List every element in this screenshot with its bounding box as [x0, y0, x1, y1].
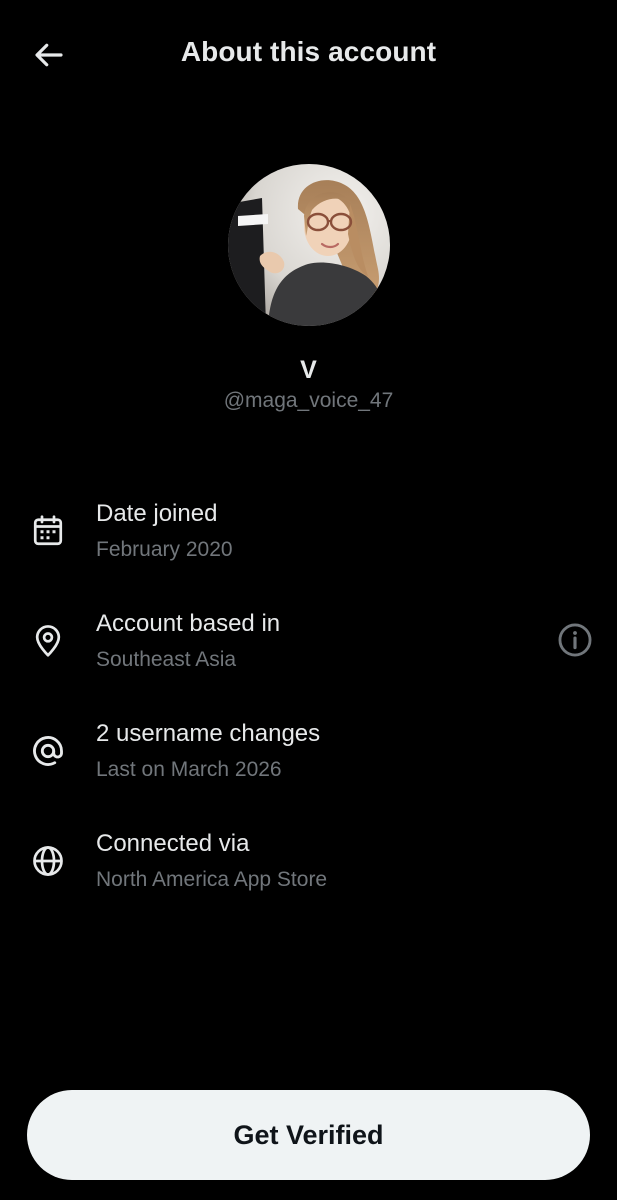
- detail-row-account-based-in: Account based in Southeast Asia: [0, 607, 617, 687]
- top-bar: About this account: [0, 0, 617, 110]
- get-verified-button[interactable]: Get Verified: [27, 1090, 590, 1180]
- at-sign-icon: [28, 731, 68, 771]
- detail-row-username-changes: 2 username changes Last on March 2026: [0, 717, 617, 797]
- detail-label: Connected via: [96, 830, 250, 857]
- globe-icon: [28, 841, 68, 881]
- avatar[interactable]: [228, 164, 390, 326]
- detail-row-connected-via: Connected via North America App Store: [0, 827, 617, 907]
- detail-row-date-joined: Date joined February 2020: [0, 497, 617, 577]
- display-name: V: [300, 356, 317, 384]
- info-icon: [558, 623, 592, 657]
- profile-photo: [228, 164, 390, 326]
- detail-label: Account based in: [96, 610, 281, 637]
- detail-value: North America App Store: [96, 868, 328, 891]
- detail-value: Southeast Asia: [96, 648, 237, 671]
- calendar-icon: [28, 511, 68, 551]
- detail-value: Last on March 2026: [96, 758, 282, 781]
- detail-label: Date joined: [96, 500, 218, 527]
- location-pin-icon: [28, 621, 68, 661]
- info-button[interactable]: [555, 620, 595, 660]
- page-title: About this account: [180, 36, 437, 67]
- detail-label: 2 username changes: [96, 720, 321, 747]
- detail-value: February 2020: [96, 538, 233, 561]
- username-handle: @maga_voice_47: [223, 389, 394, 412]
